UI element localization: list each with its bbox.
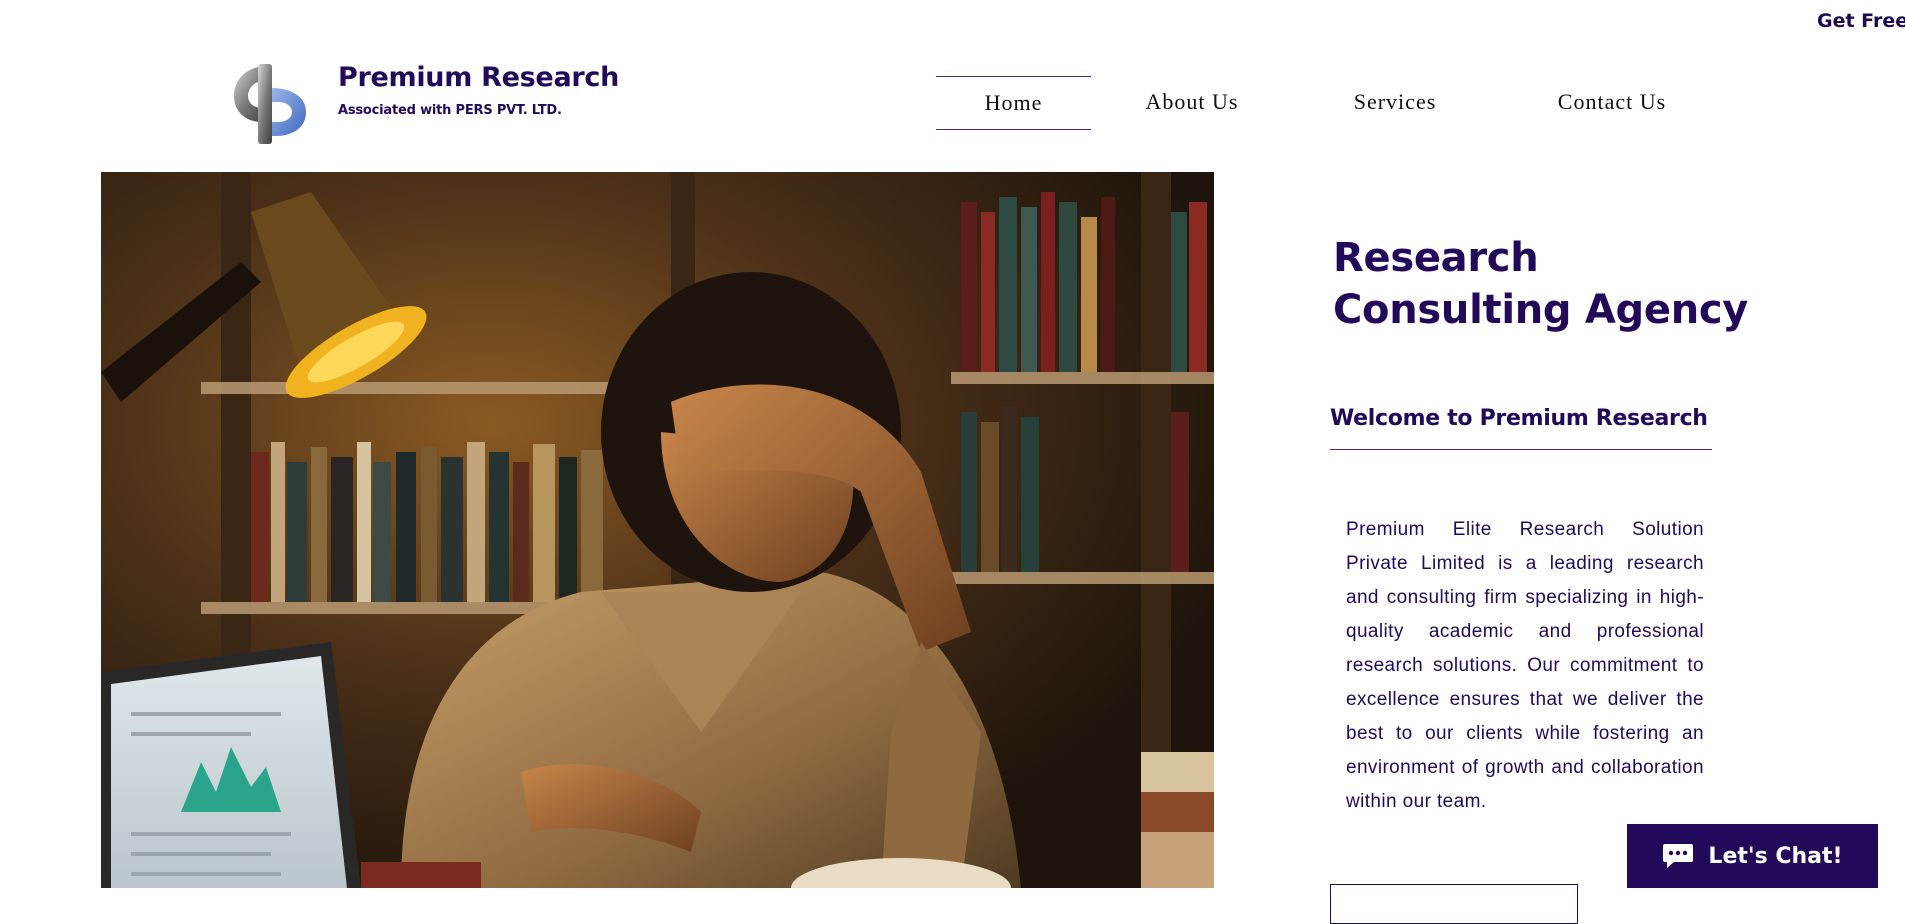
- intro-paragraph: Premium Elite Research Solution Private …: [1346, 519, 1704, 812]
- brand-title[interactable]: Premium Research: [338, 62, 619, 93]
- chat-button-label: Let's Chat!: [1708, 843, 1843, 869]
- lets-chat-button[interactable]: Let's Chat!: [1627, 824, 1878, 888]
- hero-headline: Research Consulting Agency: [1333, 232, 1748, 336]
- man-studying-at-desk-image: [101, 172, 1214, 888]
- nav-contact-us[interactable]: Contact Us: [1532, 76, 1692, 128]
- chat-bubble-icon: [1663, 844, 1694, 868]
- welcome-heading: Welcome to Premium Research: [1330, 406, 1712, 450]
- brand-subtitle: Associated with PERS PVT. LTD.: [338, 103, 562, 118]
- nav-about-us[interactable]: About Us: [1132, 76, 1252, 128]
- hero-cta-button[interactable]: [1330, 884, 1578, 924]
- hero-headline-line2: Consulting Agency: [1333, 287, 1749, 333]
- hero-headline-line1: Research: [1333, 235, 1539, 281]
- nav-home[interactable]: Home: [936, 76, 1091, 130]
- brand-logo-icon[interactable]: [228, 58, 314, 150]
- get-free-consultation-link[interactable]: Get Free C: [1817, 10, 1905, 32]
- nav-services[interactable]: Services: [1340, 76, 1450, 128]
